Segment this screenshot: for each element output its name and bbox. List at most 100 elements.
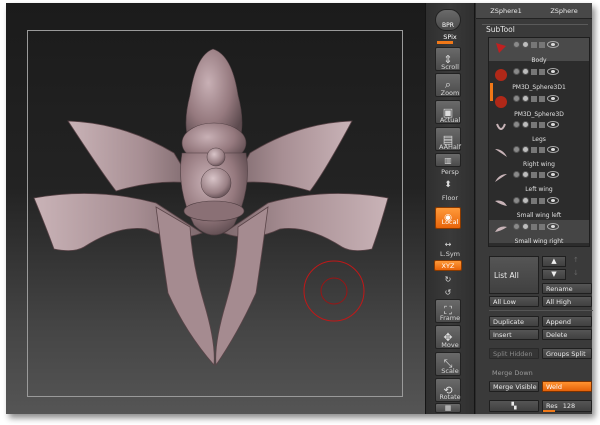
body-band: [183, 200, 245, 222]
subtool-thumb-icon: [495, 174, 507, 182]
persp-button[interactable]: ▥: [435, 153, 461, 167]
subtool-toggle-icon[interactable]: [539, 171, 545, 178]
scroll-label: Scroll: [441, 63, 459, 71]
subtool-visibility-icon[interactable]: [547, 41, 559, 48]
subtool-toggle-icon[interactable]: [539, 41, 545, 48]
subtool-visibility-icon[interactable]: [547, 197, 559, 204]
move-up-button[interactable]: ▲: [542, 256, 566, 267]
polyframe-icon: ▦: [444, 404, 452, 412]
subtool-thumb-icon: [495, 149, 507, 157]
subtool-visibility-icon[interactable]: [547, 223, 559, 230]
subtool-toggle-icon[interactable]: [513, 146, 520, 153]
rotate-z-button[interactable]: ↺: [435, 286, 461, 298]
xyz-button[interactable]: XYZ: [434, 260, 462, 271]
subtool-toggle-icon[interactable]: [522, 95, 529, 102]
subtool-active-indicator: [490, 83, 493, 101]
subtool-label: Small wing right: [514, 238, 564, 245]
canvas-viewport[interactable]: [6, 3, 425, 414]
subtool-toggle-icon[interactable]: [513, 223, 520, 230]
subtool-header[interactable]: SubTool: [482, 24, 588, 36]
subtool-toggle-icon[interactable]: [513, 95, 520, 102]
subtool-toggle-icon[interactable]: [539, 121, 545, 128]
subtool-toggle-icon[interactable]: [513, 68, 520, 75]
subtool-label: Small wing left: [516, 212, 562, 219]
spix-slider[interactable]: [437, 41, 453, 44]
subtool-toggle-icon[interactable]: [531, 197, 537, 204]
delete-button[interactable]: Delete: [542, 329, 592, 340]
subtool-toggle-icon[interactable]: [531, 68, 537, 75]
subtool-toggle-icon[interactable]: [513, 197, 520, 204]
subtool-toggle-icon[interactable]: [522, 197, 529, 204]
subtool-toggle-icon[interactable]: [522, 146, 529, 153]
subtool-toggle-icon[interactable]: [539, 146, 545, 153]
floor-button[interactable]: ⬍: [435, 177, 461, 193]
lsym-icon: ↔: [444, 239, 452, 249]
rename-button[interactable]: Rename: [542, 283, 592, 294]
subtool-toggle-icon[interactable]: [539, 197, 545, 204]
lsym-button[interactable]: ↔: [435, 238, 461, 250]
subtool-thumb-icon: [495, 200, 507, 206]
subtool-toggle-icon[interactable]: [513, 121, 520, 128]
tab-zsphere[interactable]: ZSphere: [550, 7, 577, 15]
insert-button[interactable]: Insert: [489, 329, 539, 340]
arrow-down-icon: ▼: [551, 270, 557, 278]
bpr-button[interactable]: BPR: [435, 9, 461, 31]
move-down-button[interactable]: ▼: [542, 269, 566, 280]
polyframe-button[interactable]: ▦: [435, 403, 461, 413]
subtool-toggle-icon[interactable]: [531, 146, 537, 153]
subtool-toggle-icon[interactable]: [531, 171, 537, 178]
spix-label: SPix: [443, 33, 457, 41]
subtool-visibility-icon[interactable]: [547, 146, 559, 153]
upper-left-wing: [67, 120, 193, 192]
floor-label: Floor: [441, 194, 459, 202]
frame-label: Frame: [439, 314, 461, 322]
subtool-thumb-icon: [496, 123, 506, 130]
subtool-toggle-icon[interactable]: [522, 223, 529, 230]
list-all-button[interactable]: List All: [489, 256, 539, 294]
merge-visible-button[interactable]: Merge Visible: [489, 381, 539, 392]
subtool-toggle-icon[interactable]: [539, 95, 545, 102]
subtool-toggle-icon[interactable]: [539, 68, 545, 75]
subtool-visibility-icon[interactable]: [547, 171, 559, 178]
actual-label: Actual: [439, 116, 461, 124]
subtool-visibility-icon[interactable]: [547, 68, 559, 75]
merge-down-label[interactable]: Merge Down: [489, 369, 533, 377]
duplicate-button[interactable]: Duplicate: [489, 316, 539, 327]
tab-zsphere1[interactable]: ZSphere1: [490, 7, 522, 15]
subtool-list: Body PM3D_Sphere3D1 PM3D_Sphere3D Legs R…: [488, 37, 590, 247]
brush-cursor: [303, 260, 365, 322]
subtool-toggle-icon[interactable]: [522, 68, 529, 75]
winged-model[interactable]: [6, 3, 425, 414]
floor-icon: ⬍: [444, 180, 452, 190]
persp-icon: ▥: [444, 155, 452, 165]
subtool-label: PM3D_Sphere3D: [514, 111, 564, 118]
subtool-toggle-icon[interactable]: [531, 121, 537, 128]
all-low-button[interactable]: All Low: [489, 296, 539, 307]
subtool-toggle-icon[interactable]: [522, 41, 529, 48]
subtool-toggle-icon[interactable]: [539, 223, 545, 230]
subtool-toggle-icon[interactable]: [522, 171, 529, 178]
rotate-label: Rotate: [439, 393, 461, 401]
subtool-thumb-icon: [495, 226, 507, 232]
append-button[interactable]: Append: [542, 316, 592, 327]
res-value: 128: [562, 402, 576, 410]
subtool-thumb-icon: [496, 43, 506, 53]
arrow-up-icon: ▲: [551, 257, 557, 265]
subtool-visibility-icon[interactable]: [547, 121, 559, 128]
weld-button[interactable]: Weld: [542, 381, 592, 392]
subtool-toggle-icon[interactable]: [522, 121, 529, 128]
rotate-y-button[interactable]: ↻: [435, 273, 461, 285]
remesh-button[interactable]: ▚: [489, 400, 539, 412]
subtool-thumb-icon: [495, 69, 507, 81]
subtool-toggle-icon[interactable]: [531, 41, 537, 48]
split-hidden-button[interactable]: Split Hidden: [489, 348, 539, 359]
subtool-toggle-icon[interactable]: [513, 171, 520, 178]
upper-right-wing: [233, 120, 353, 192]
subtool-visibility-icon[interactable]: [547, 95, 559, 102]
groups-split-button[interactable]: Groups Split: [542, 348, 592, 359]
subtool-toggle-icon[interactable]: [531, 223, 537, 230]
subtool-toggle-icon[interactable]: [531, 95, 537, 102]
subtool-toggle-icon[interactable]: [513, 41, 520, 48]
all-high-button[interactable]: All High: [542, 296, 592, 307]
subtool-label: Body: [531, 57, 547, 64]
